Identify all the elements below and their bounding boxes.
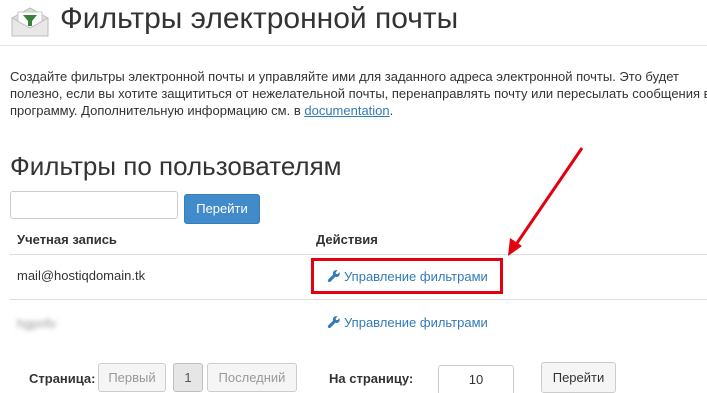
page: Фильтры электронной почты Создайте фильт… (0, 0, 707, 393)
description-line-1: Создайте фильтры электронной почты и упр… (10, 69, 679, 84)
search-button[interactable]: Перейти (184, 194, 260, 224)
page-label: Страница: (29, 371, 96, 386)
table-header-divider (10, 254, 707, 255)
manage-filters-link-2[interactable]: Управление фильтрами (327, 315, 488, 330)
description-line-3-suffix: . (389, 103, 394, 118)
description-line-3: программу. Дополнительную информацию см.… (10, 102, 707, 119)
per-page-go-button[interactable]: Перейти (541, 362, 616, 393)
current-page-button[interactable]: 1 (173, 363, 203, 392)
table-row-1-account: mail@hostiqdomain.tk (17, 268, 146, 283)
description-line-3-prefix: программу. Дополнительную информацию см.… (10, 103, 305, 118)
first-page-button[interactable]: Первый (98, 363, 166, 392)
page-title: Фильтры электронной почты (60, 2, 459, 35)
description-line-2: полезно, если вы хотите защититься от не… (10, 86, 707, 101)
email-filter-icon (11, 7, 49, 37)
page-description: Создайте фильтры электронной почты и упр… (10, 68, 707, 119)
highlight-box (311, 258, 503, 294)
wrench-icon (327, 316, 340, 329)
column-header-actions: Действия (316, 232, 378, 247)
section-title: Фильтры по пользователям (10, 151, 342, 181)
header-divider (0, 45, 707, 46)
per-page-input[interactable]: 10 (438, 365, 514, 393)
manage-filters-label-2: Управление фильтрами (344, 315, 488, 330)
documentation-link[interactable]: documentation (304, 103, 389, 118)
column-header-account: Учетная запись (17, 232, 117, 247)
per-page-label: На страницу: (329, 371, 414, 386)
search-input[interactable] (10, 191, 178, 219)
last-page-button[interactable]: Последний (207, 363, 297, 392)
table-row-2-account: hgpnfv (17, 316, 57, 331)
table-row-divider (10, 299, 707, 300)
